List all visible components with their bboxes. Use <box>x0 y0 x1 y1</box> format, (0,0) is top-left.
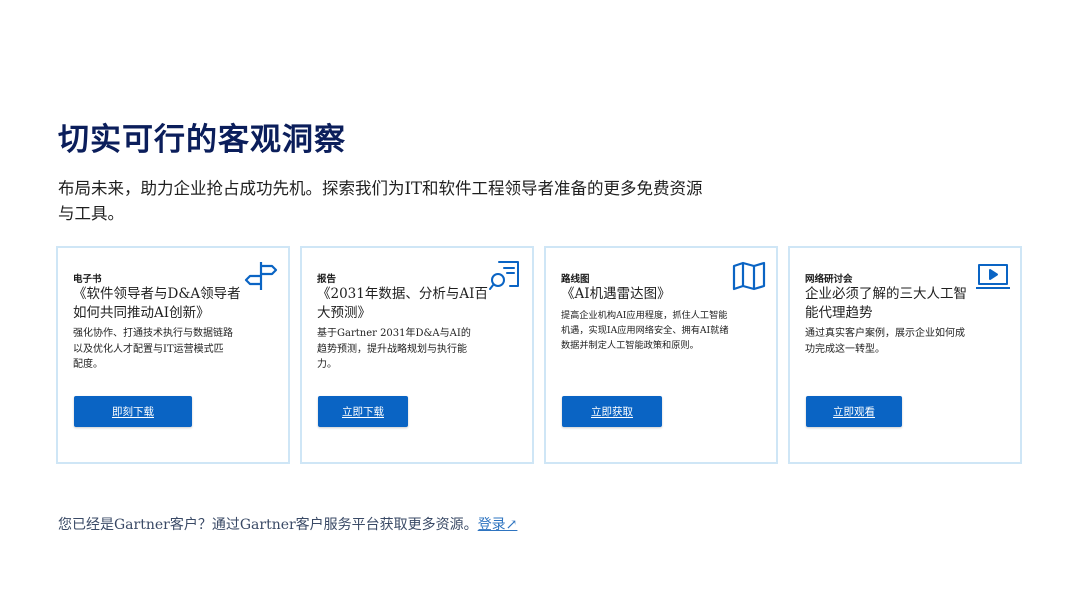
card-description: 提高企业机构AI应用程度，抓住人工智能机遇，实现IA应用网络安全、拥有AI就绪数… <box>561 310 729 351</box>
resource-card-report: 报告 《2031年数据、分析与AI百大预测》 基于Gartner 2031年D&… <box>300 246 534 464</box>
card-title: 《2031年数据、分析与AI百大预测》 <box>317 286 488 321</box>
footer-text: 您已经是Gartner客户？通过Gartner客户服务平台获取更多资源。 <box>58 517 478 533</box>
card-title: 《AI机遇雷达图》 <box>561 286 671 302</box>
login-link[interactable]: 登录↗ <box>478 517 518 533</box>
card-title: 《软件领导者与D&A领导者如何共同推动AI创新》 <box>73 286 241 321</box>
card-kind: 报告 <box>317 274 337 285</box>
resource-card-webinar: 网络研讨会 企业必须了解的三大人工智能代理趋势 通过真实客户案例，展示企业如何成… <box>788 246 1022 464</box>
resource-cards: 电子书 《软件领导者与D&A领导者如何共同推动AI创新》 强化协作、打通技术执行… <box>56 246 1024 467</box>
card-description: 通过真实客户案例，展示企业如何成功完成这一转型。 <box>805 328 965 355</box>
resource-card-roadmap: 路线图 《AI机遇雷达图》 提高企业机构AI应用程度，抓住人工智能机遇，实现IA… <box>544 246 778 464</box>
watch-button[interactable]: 立即观看 <box>806 396 902 427</box>
card-kind: 网络研讨会 <box>805 274 853 285</box>
document-search-icon <box>488 260 522 292</box>
card-description: 基于Gartner 2031年D&A与AI的趋势预测，提升战略规划与执行能力。 <box>317 328 471 370</box>
card-title: 企业必须了解的三大人工智能代理趋势 <box>805 286 967 321</box>
card-kind: 路线图 <box>561 274 590 285</box>
page-title: 切实可行的客观洞察 <box>58 122 346 158</box>
footer-note: 您已经是Gartner客户？通过Gartner客户服务平台获取更多资源。登录↗ <box>58 514 517 534</box>
signpost-icon <box>244 260 278 292</box>
resource-card-ebook: 电子书 《软件领导者与D&A领导者如何共同推动AI创新》 强化协作、打通技术执行… <box>56 246 290 464</box>
video-play-icon <box>976 260 1010 292</box>
card-kind: 电子书 <box>73 274 102 285</box>
get-button[interactable]: 立即获取 <box>562 396 662 427</box>
download-button[interactable]: 立即下载 <box>318 396 408 427</box>
map-icon <box>732 260 766 292</box>
page: 切实可行的客观洞察 布局未来，助力企业抢占成功先机。探索我们为IT和软件工程领导… <box>0 0 1080 608</box>
download-button[interactable]: 即刻下载 <box>74 396 192 427</box>
card-description: 强化协作、打通技术执行与数据链路以及优化人才配置与IT运营模式匹配度。 <box>73 328 233 370</box>
page-subtitle: 布局未来，助力企业抢占成功先机。探索我们为IT和软件工程领导者准备的更多免费资源… <box>58 179 703 223</box>
